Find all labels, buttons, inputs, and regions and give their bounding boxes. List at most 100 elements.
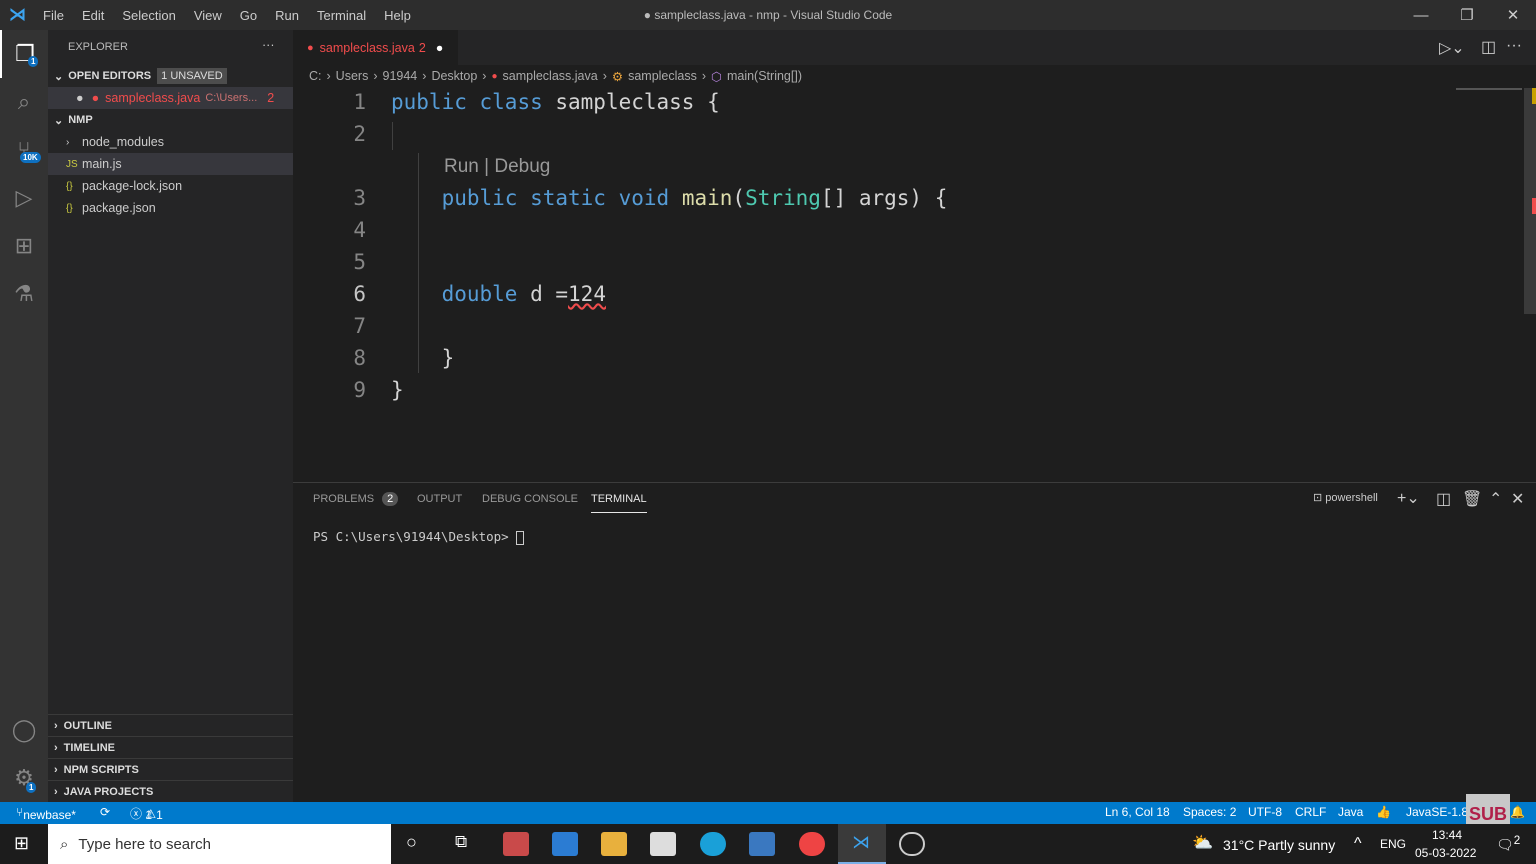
clock-date[interactable]: 05-03-2022 xyxy=(1415,846,1476,860)
section-npm-scripts[interactable]: › NPM SCRIPTS xyxy=(48,758,293,780)
breadcrumb-item[interactable]: Desktop xyxy=(431,69,477,83)
language-mode[interactable]: Java xyxy=(1338,805,1363,819)
vscode-taskbar-button[interactable]: ⋊ xyxy=(838,824,886,864)
panel-tab-output[interactable]: OUTPUT xyxy=(417,493,462,513)
folder-nmp[interactable]: ⌄ NMP xyxy=(48,109,293,131)
menu-view[interactable]: View xyxy=(185,8,231,23)
app-icon[interactable] xyxy=(749,832,775,856)
java-version[interactable]: JavaSE-1.8 xyxy=(1406,805,1468,819)
split-editor-icon[interactable]: ◫ xyxy=(1481,37,1496,57)
indentation[interactable]: Spaces: 2 xyxy=(1183,805,1236,819)
breadcrumb-item[interactable]: sampleclass xyxy=(628,69,697,83)
code-line[interactable]: public static void main(String[] args) { xyxy=(391,186,948,210)
panel-tab-problems[interactable]: PROBLEMS 2 xyxy=(313,492,399,513)
menu-go[interactable]: Go xyxy=(231,8,266,23)
split-terminal-icon[interactable]: ◫ xyxy=(1436,489,1451,509)
close-panel-icon[interactable]: ✕ xyxy=(1511,489,1524,509)
tray-chevron-icon[interactable]: ^ xyxy=(1354,835,1362,853)
minimap[interactable] xyxy=(1456,88,1522,98)
testing-icon[interactable]: ⚗ xyxy=(0,270,48,318)
run-icon[interactable]: ▷⌄ xyxy=(1439,38,1465,58)
edge-icon[interactable] xyxy=(700,832,726,856)
mail-icon[interactable] xyxy=(552,832,578,856)
more-icon[interactable]: ··· xyxy=(1506,37,1522,55)
file-item[interactable]: JS main.js xyxy=(48,153,293,175)
scm-badge: 10K xyxy=(20,152,41,163)
trash-icon[interactable]: 🗑 xyxy=(1462,489,1482,509)
store-icon[interactable] xyxy=(650,832,676,856)
explorer-icon[interactable]: ❐ 1 xyxy=(0,30,48,78)
menu-edit[interactable]: Edit xyxy=(73,8,113,23)
chevron-right-icon: › xyxy=(54,785,58,798)
close-window-button[interactable]: ✕ xyxy=(1490,0,1536,30)
terminal-shell-selector[interactable]: ⊡ powershell xyxy=(1313,491,1378,504)
unsaved-dot-icon[interactable]: ● xyxy=(436,41,444,55)
menu-file[interactable]: File xyxy=(34,8,73,23)
terminal-output[interactable]: PS C:\Users\91944\Desktop> xyxy=(313,529,525,545)
input-language[interactable]: ENG xyxy=(1380,837,1406,851)
cursor-position[interactable]: Ln 6, Col 18 xyxy=(1105,805,1170,819)
minimize-button[interactable]: — xyxy=(1398,0,1444,30)
tab-sampleclass-java[interactable]: ● sampleclass.java 2 ● xyxy=(293,30,458,65)
breadcrumb-item[interactable]: sampleclass.java xyxy=(503,69,598,83)
menu-selection[interactable]: Selection xyxy=(113,8,184,23)
section-label: TIMELINE xyxy=(63,741,116,754)
cortana-icon[interactable]: ○ xyxy=(406,832,417,853)
taskbar-search-box[interactable]: ⌕ Type here to search xyxy=(48,824,391,864)
windows-start-icon[interactable]: ⊞ xyxy=(14,833,29,854)
chevron-right-icon: › xyxy=(66,136,70,148)
app-icon[interactable] xyxy=(503,832,529,856)
more-actions-button[interactable]: ··· xyxy=(262,38,275,52)
section-outline[interactable]: › OUTLINE xyxy=(48,714,293,736)
open-editors-label: OPEN EDITORS xyxy=(68,70,152,82)
menu-run[interactable]: Run xyxy=(266,8,308,23)
file-item[interactable]: {} package-lock.json xyxy=(48,175,293,197)
code-line[interactable]: double d =124 xyxy=(391,282,606,306)
source-control-icon[interactable]: ⑂ 10K xyxy=(0,126,48,174)
menu-terminal[interactable]: Terminal xyxy=(308,8,375,23)
code-line[interactable]: public class sampleclass { xyxy=(391,90,720,114)
chrome-icon[interactable] xyxy=(799,832,825,856)
run-debug-icon[interactable]: ▷ xyxy=(0,174,48,222)
extensions-icon[interactable]: ⊞ xyxy=(0,222,48,270)
panel-tab-terminal[interactable]: TERMINAL xyxy=(591,493,647,513)
file-explorer-icon[interactable] xyxy=(601,832,627,856)
sync-icon[interactable]: ⟳ xyxy=(100,805,110,819)
problems-indicator[interactable]: ⓧ 1 ⚠ 1 xyxy=(130,805,163,822)
breadcrumb-item[interactable]: 91944 xyxy=(383,69,418,83)
account-icon[interactable]: ◯ xyxy=(0,706,48,754)
file-item[interactable]: › node_modules xyxy=(48,131,293,153)
notification-count: 2 xyxy=(1513,834,1521,847)
open-editor-item[interactable]: ● ● sampleclass.java C:\Users... 2 xyxy=(48,87,293,109)
branch-indicator[interactable]: ⑂ newbase* xyxy=(16,805,76,822)
open-editors-section[interactable]: ⌄ OPEN EDITORS 1 UNSAVED xyxy=(48,65,293,87)
panel-tab-label: OUTPUT xyxy=(417,493,463,505)
settings-gear-icon[interactable]: ⚙ 1 xyxy=(0,754,48,802)
task-view-icon[interactable]: ⧉ xyxy=(455,832,467,852)
search-icon[interactable]: ⌕ xyxy=(0,78,48,126)
section-timeline[interactable]: › TIMELINE xyxy=(48,736,293,758)
restore-button[interactable]: ❐ xyxy=(1444,0,1490,30)
menu-help[interactable]: Help xyxy=(375,8,420,23)
file-item[interactable]: {} package.json xyxy=(48,197,293,219)
codelens-run-debug[interactable]: Run | Debug xyxy=(444,156,550,178)
breadcrumb-item[interactable]: C: xyxy=(309,69,322,83)
notification-center-icon[interactable]: 🗨2 xyxy=(1496,834,1520,854)
obs-icon[interactable] xyxy=(899,832,925,856)
section-java-projects[interactable]: › JAVA PROJECTS xyxy=(48,780,293,802)
new-terminal-icon[interactable]: +⌄ xyxy=(1397,488,1420,508)
line-number: 1 xyxy=(353,90,366,114)
feedback-icon[interactable]: 👍 xyxy=(1376,805,1391,819)
maximize-panel-icon[interactable]: ⌃ xyxy=(1489,489,1502,509)
clock-time[interactable]: 13:44 xyxy=(1432,828,1462,842)
breadcrumb-item[interactable]: main(String[]) xyxy=(727,69,802,83)
breadcrumb-item[interactable]: Users xyxy=(336,69,369,83)
encoding[interactable]: UTF-8 xyxy=(1248,805,1282,819)
panel-tab-debug-console[interactable]: DEBUG CONSOLE xyxy=(482,493,578,513)
code-line[interactable]: } xyxy=(391,378,404,402)
code-line[interactable]: } xyxy=(391,346,455,370)
notifications-bell-icon[interactable]: 🔔 xyxy=(1510,805,1525,819)
weather-text[interactable]: 31°C Partly sunny xyxy=(1223,837,1335,853)
line-ending[interactable]: CRLF xyxy=(1295,805,1326,819)
search-icon: ⌕ xyxy=(60,835,69,853)
